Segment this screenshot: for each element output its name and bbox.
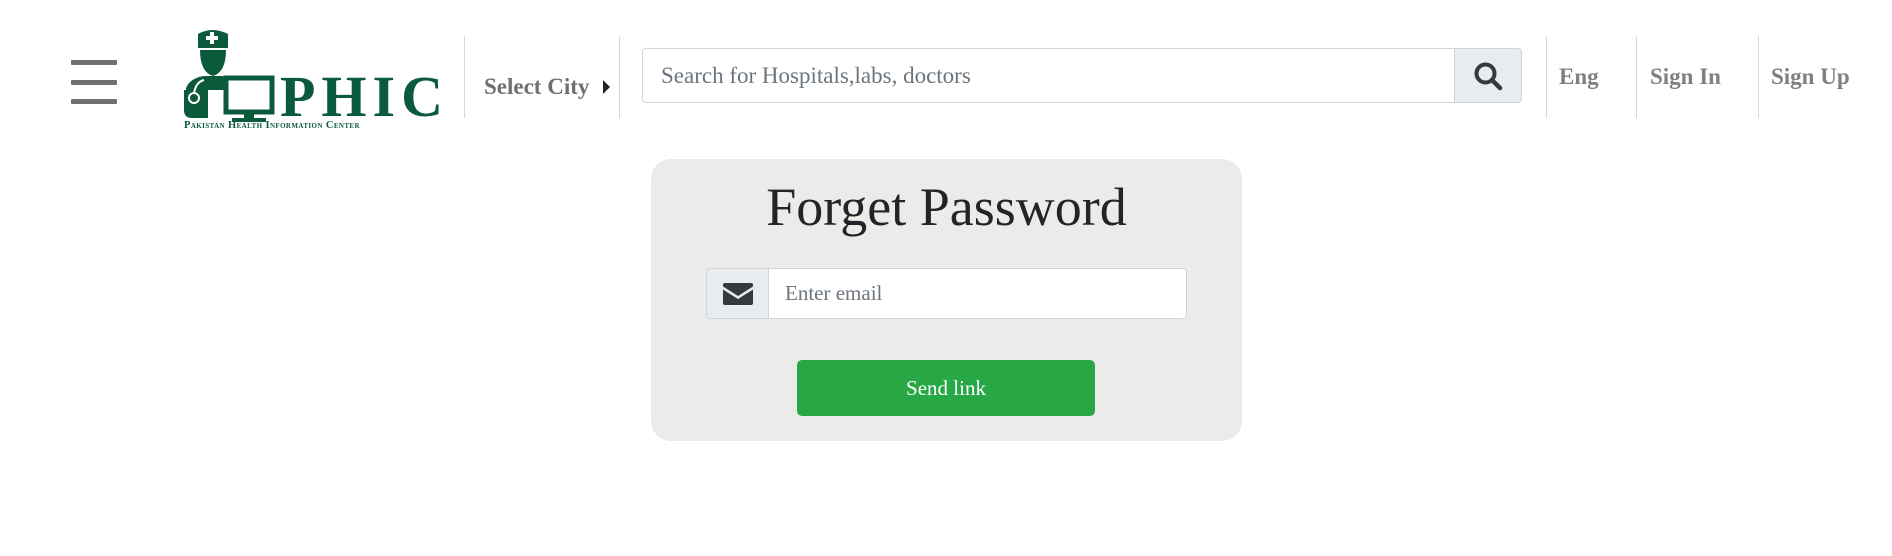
site-logo[interactable]: PHIC Pakistan Health Information Center (182, 28, 443, 134)
select-city-label: Select City (484, 74, 590, 99)
select-city-dropdown[interactable]: Select City (484, 74, 611, 100)
search-input[interactable] (642, 48, 1454, 103)
doctor-computer-logo-icon (184, 30, 275, 122)
sign-in-link[interactable]: Sign In (1650, 64, 1721, 90)
search-button[interactable] (1454, 48, 1522, 103)
header-divider (1546, 36, 1547, 118)
send-link-button[interactable]: Send link (797, 360, 1095, 416)
forget-password-card: Forget Password Send link (651, 159, 1242, 441)
email-addon (706, 268, 769, 319)
page-title: Forget Password (766, 177, 1127, 237)
search-bar (642, 48, 1522, 103)
sign-up-link[interactable]: Sign Up (1771, 64, 1850, 90)
logo-wordmark: PHIC (280, 64, 449, 129)
header-divider (619, 36, 620, 118)
header-divider (1636, 36, 1637, 118)
envelope-icon (722, 282, 753, 305)
hamburger-menu-icon[interactable] (71, 60, 117, 104)
logo-tagline: Pakistan Health Information Center (184, 120, 360, 131)
email-field[interactable] (768, 268, 1187, 319)
email-input-group (706, 268, 1187, 319)
search-icon (1474, 62, 1503, 90)
language-link-eng[interactable]: Eng (1559, 64, 1599, 90)
header-divider (1758, 36, 1759, 118)
site-header: PHIC Pakistan Health Information Center … (0, 0, 1892, 140)
caret-right-icon (603, 80, 611, 94)
header-divider (464, 36, 465, 118)
